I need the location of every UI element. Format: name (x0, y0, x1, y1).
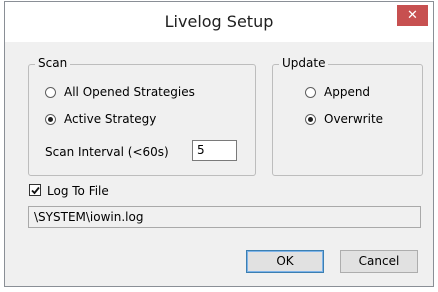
radio-active-strategy[interactable]: Active Strategy (45, 112, 156, 126)
dialog-title: Livelog Setup (164, 12, 274, 31)
scan-group: Scan All Opened Strategies Active Strate… (28, 56, 256, 176)
dialog-body: Scan All Opened Strategies Active Strate… (13, 44, 425, 278)
checkmark-icon (31, 186, 40, 195)
radio-button[interactable] (305, 113, 316, 125)
cancel-button[interactable]: Cancel (340, 250, 418, 273)
scan-interval-label: Scan Interval (<60s) (45, 145, 169, 159)
close-button[interactable]: ✕ (397, 5, 428, 26)
radio-all-opened-strategies[interactable]: All Opened Strategies (45, 85, 195, 99)
radio-label: All Opened Strategies (64, 85, 195, 99)
update-group-title: Update (279, 56, 329, 70)
scan-group-title: Scan (35, 56, 71, 70)
log-to-file-label: Log To File (47, 184, 109, 198)
scan-interval-input[interactable]: 5 (192, 140, 237, 161)
update-group: Update Append Overwrite (272, 56, 423, 176)
radio-button[interactable] (45, 113, 56, 125)
log-file-path-field[interactable]: \SYSTEM\iowin.log (28, 206, 421, 228)
log-to-file-checkbox[interactable] (29, 184, 41, 196)
close-icon: ✕ (407, 8, 418, 23)
ok-button[interactable]: OK (246, 250, 324, 273)
radio-overwrite[interactable]: Overwrite (305, 112, 383, 126)
radio-label: Append (324, 85, 371, 99)
radio-button[interactable] (45, 86, 56, 98)
radio-button[interactable] (305, 86, 316, 98)
radio-label: Active Strategy (64, 112, 157, 126)
radio-label: Overwrite (324, 112, 384, 126)
radio-append[interactable]: Append (305, 85, 370, 99)
title-bar: Livelog Setup ✕ (5, 2, 433, 42)
livelog-setup-dialog: Livelog Setup ✕ Scan All Opened Strategi… (4, 1, 434, 287)
